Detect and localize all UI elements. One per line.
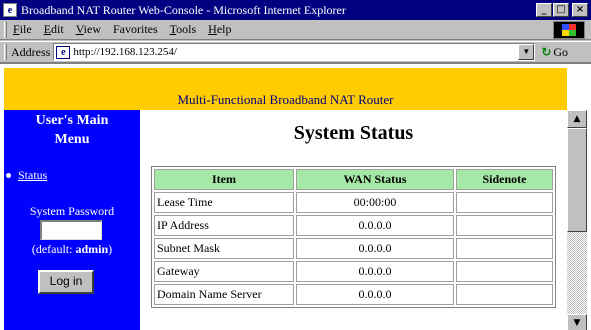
ie-app-icon: e bbox=[3, 3, 17, 17]
login-button[interactable]: Log in bbox=[38, 270, 94, 294]
sidebar: User's Main Menu Status System Password … bbox=[4, 110, 140, 330]
address-value[interactable]: http://192.168.123.254/ bbox=[73, 46, 177, 58]
go-button[interactable]: ↻ Go bbox=[541, 45, 568, 60]
row-item: IP Address bbox=[154, 215, 294, 236]
password-label: System Password bbox=[29, 204, 115, 218]
page-icon: e bbox=[56, 45, 71, 59]
scroll-down-icon[interactable]: ▼ bbox=[567, 314, 587, 330]
page-title: System Status bbox=[293, 122, 414, 144]
row-value: 0.0.0.0 bbox=[296, 261, 454, 282]
go-label: Go bbox=[553, 44, 569, 59]
scroll-track[interactable] bbox=[567, 232, 587, 314]
maximize-button[interactable]: □ bbox=[553, 3, 569, 17]
status-link[interactable]: Status bbox=[18, 168, 47, 183]
menu-help[interactable]: Help bbox=[208, 22, 231, 37]
sidebar-item-status[interactable]: Status bbox=[4, 168, 47, 183]
address-label: Address bbox=[11, 44, 51, 59]
toolbar-grip bbox=[4, 21, 7, 38]
address-dropdown-icon[interactable]: ▼ bbox=[518, 44, 535, 60]
windows-logo-icon bbox=[553, 21, 585, 39]
scroll-up-icon[interactable]: ▲ bbox=[567, 110, 587, 128]
scroll-thumb[interactable] bbox=[567, 128, 587, 232]
bullet-icon bbox=[6, 173, 11, 178]
menu-view[interactable]: View bbox=[76, 22, 101, 37]
window-controls: _ □ × bbox=[536, 3, 588, 17]
row-note bbox=[456, 215, 553, 236]
row-value: 0.0.0.0 bbox=[296, 284, 454, 305]
row-note bbox=[456, 192, 553, 213]
row-item: Subnet Mask bbox=[154, 238, 294, 259]
row-value: 0.0.0.0 bbox=[296, 215, 454, 236]
address-input[interactable]: e http://192.168.123.254/ ▼ bbox=[53, 43, 536, 61]
minimize-button[interactable]: _ bbox=[536, 3, 552, 17]
table-row: Subnet Mask 0.0.0.0 bbox=[154, 238, 553, 259]
title-bar: e Broadband NAT Router Web-Console - Mic… bbox=[0, 0, 591, 20]
row-note bbox=[456, 238, 553, 259]
password-input[interactable] bbox=[40, 220, 102, 240]
menu-bar: File Edit View Favorites Tools Help bbox=[0, 20, 591, 40]
column-header-item: Item bbox=[154, 169, 294, 190]
row-item: Gateway bbox=[154, 261, 294, 282]
go-arrow-icon: ↻ bbox=[541, 45, 552, 59]
window-title: Broadband NAT Router Web-Console - Micro… bbox=[21, 2, 346, 17]
header-banner: Multi-Functional Broadband NAT Router bbox=[4, 68, 567, 110]
vertical-scrollbar[interactable]: ▲ ▼ bbox=[567, 110, 587, 330]
row-note bbox=[456, 284, 553, 305]
table-header-row: Item WAN Status Sidenote bbox=[154, 169, 553, 190]
table-row: Lease Time 00:00:00 bbox=[154, 192, 553, 213]
menu-edit[interactable]: Edit bbox=[44, 22, 64, 37]
row-value: 0.0.0.0 bbox=[296, 238, 454, 259]
menu-tools[interactable]: Tools bbox=[170, 22, 197, 37]
password-hint: (default: admin) bbox=[31, 242, 113, 256]
column-header-wan-status: WAN Status bbox=[296, 169, 454, 190]
row-note bbox=[456, 261, 553, 282]
sidebar-title: User's Main Menu bbox=[35, 113, 109, 147]
page-viewport: Multi-Functional Broadband NAT Router Us… bbox=[0, 62, 591, 330]
menu-file[interactable]: File bbox=[13, 22, 32, 37]
column-header-sidenote: Sidenote bbox=[456, 169, 553, 190]
address-bar: Address e http://192.168.123.254/ ▼ ↻ Go bbox=[0, 41, 591, 62]
menu-favorites[interactable]: Favorites bbox=[113, 22, 158, 37]
row-item: Domain Name Server bbox=[154, 284, 294, 305]
close-button[interactable]: × bbox=[572, 3, 588, 17]
toolbar-grip bbox=[4, 44, 7, 60]
status-table: Item WAN Status Sidenote Lease Time 00:0… bbox=[151, 166, 556, 308]
banner-title: Multi-Functional Broadband NAT Router bbox=[177, 92, 394, 107]
row-value: 00:00:00 bbox=[296, 192, 454, 213]
table-row: IP Address 0.0.0.0 bbox=[154, 215, 553, 236]
table-row: Gateway 0.0.0.0 bbox=[154, 261, 553, 282]
table-row: Domain Name Server 0.0.0.0 bbox=[154, 284, 553, 305]
row-item: Lease Time bbox=[154, 192, 294, 213]
main-content: System Status Item WAN Status Sidenote L… bbox=[140, 110, 567, 330]
